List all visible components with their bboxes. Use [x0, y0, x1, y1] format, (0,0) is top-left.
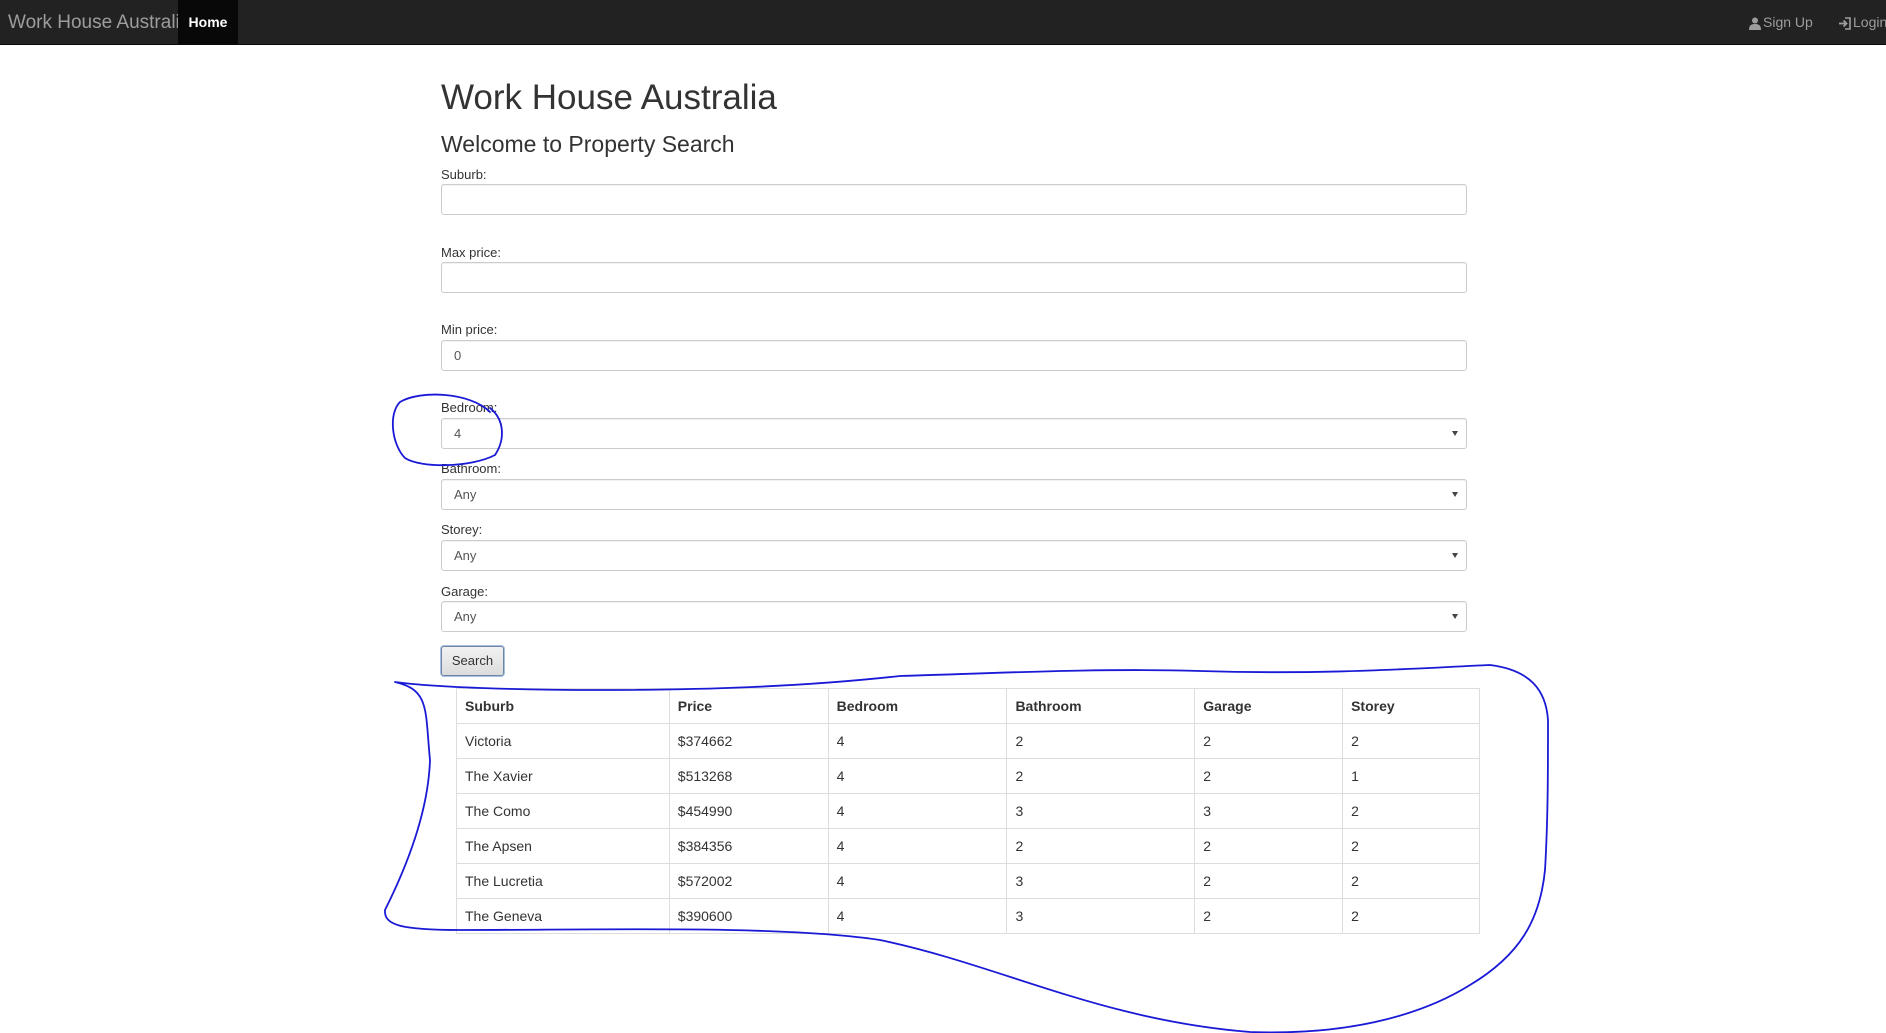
column-header-storey: Storey	[1342, 688, 1480, 724]
cell-price: $572002	[668, 863, 829, 899]
cell-bathroom: 2	[1006, 758, 1196, 794]
bathroom-label: Bathroom:	[441, 461, 501, 476]
user-icon	[1749, 17, 1761, 30]
cell-price: $390600	[668, 898, 829, 934]
garage-select-value: Any	[454, 609, 477, 624]
max-price-input[interactable]	[441, 262, 1467, 293]
cell-garage: 3	[1194, 793, 1344, 829]
garage-caret-icon	[1452, 614, 1458, 619]
bathroom-select[interactable]: Any	[441, 479, 1467, 510]
login-label: Login	[1853, 14, 1886, 30]
cell-garage: 2	[1194, 898, 1344, 934]
garage-select[interactable]: Any	[441, 601, 1467, 632]
cell-storey: 2	[1342, 793, 1480, 829]
suburb-input[interactable]	[441, 184, 1467, 215]
cell-storey: 2	[1342, 863, 1480, 899]
cell-bedroom: 4	[827, 828, 1008, 864]
cell-suburb: The Como	[456, 793, 670, 829]
login-icon	[1838, 16, 1851, 30]
cell-bathroom: 3	[1006, 793, 1196, 829]
column-header-bathroom: Bathroom	[1006, 688, 1196, 724]
page-subtitle: Welcome to Property Search	[441, 131, 735, 157]
storey-select-value: Any	[454, 548, 477, 563]
cell-price: $454990	[668, 793, 829, 829]
suburb-label: Suburb:	[441, 167, 487, 182]
signup-link[interactable]: Sign Up	[1749, 0, 1813, 45]
table-row: The Lucretia $572002 4 3 2 2	[456, 863, 1480, 899]
storey-label: Storey:	[441, 522, 483, 537]
table-row: The Apsen $384356 4 2 2 2	[456, 828, 1480, 864]
cell-suburb: The Apsen	[456, 828, 670, 864]
cell-bedroom: 4	[827, 898, 1008, 934]
cell-garage: 2	[1194, 758, 1344, 794]
login-link[interactable]: Login	[1838, 0, 1886, 45]
cell-storey: 1	[1342, 758, 1480, 794]
cell-bathroom: 2	[1006, 828, 1196, 864]
bathroom-select-value: Any	[454, 487, 477, 502]
cell-bedroom: 4	[827, 863, 1008, 899]
nav-home-link[interactable]: Home	[178, 0, 238, 45]
storey-caret-icon	[1452, 553, 1458, 558]
cell-garage: 2	[1194, 723, 1344, 759]
cell-storey: 2	[1342, 898, 1480, 934]
bedroom-select[interactable]: 4	[441, 418, 1467, 449]
min-price-input[interactable]: 0	[441, 340, 1467, 371]
column-header-bedroom: Bedroom	[827, 688, 1008, 724]
bedroom-select-value: 4	[454, 426, 462, 441]
bedroom-label: Bedroom:	[441, 400, 498, 415]
storey-select[interactable]: Any	[441, 540, 1467, 571]
table-row: The Xavier $513268 4 2 2 1	[456, 758, 1480, 794]
bedroom-caret-icon	[1452, 431, 1458, 436]
cell-garage: 2	[1194, 828, 1344, 864]
cell-bathroom: 3	[1006, 898, 1196, 934]
results-table: Suburb Price Bedroom Bathroom Garage Sto…	[456, 688, 1480, 934]
table-header-row: Suburb Price Bedroom Bathroom Garage Sto…	[456, 688, 1480, 724]
cell-price: $384356	[668, 828, 829, 864]
cell-suburb: The Xavier	[456, 758, 670, 794]
garage-label: Garage:	[441, 584, 488, 599]
signup-label: Sign Up	[1763, 14, 1813, 30]
cell-storey: 2	[1342, 828, 1480, 864]
cell-suburb: The Geneva	[456, 898, 670, 934]
table-row: The Geneva $390600 4 3 2 2	[456, 898, 1480, 934]
cell-suburb: The Lucretia	[456, 863, 670, 899]
cell-bedroom: 4	[827, 793, 1008, 829]
min-price-input-value: 0	[454, 348, 462, 363]
min-price-label: Min price:	[441, 322, 498, 337]
cell-price: $513268	[668, 758, 829, 794]
bathroom-caret-icon	[1452, 492, 1458, 497]
cell-storey: 2	[1342, 723, 1480, 759]
cell-bathroom: 2	[1006, 723, 1196, 759]
max-price-label: Max price:	[441, 245, 501, 260]
search-button[interactable]: Search	[441, 646, 504, 676]
table-row: Victoria $374662 4 2 2 2	[456, 723, 1480, 759]
top-navbar: Work House Australia Home Sign Up Login	[0, 0, 1886, 45]
table-row: The Como $454990 4 3 3 2	[456, 793, 1480, 829]
cell-bedroom: 4	[827, 758, 1008, 794]
column-header-price: Price	[668, 688, 829, 724]
cell-bathroom: 3	[1006, 863, 1196, 899]
cell-suburb: Victoria	[456, 723, 670, 759]
cell-bedroom: 4	[827, 723, 1008, 759]
column-header-suburb: Suburb	[456, 688, 670, 724]
column-header-garage: Garage	[1194, 688, 1344, 724]
cell-garage: 2	[1194, 863, 1344, 899]
navbar-brand[interactable]: Work House Australia	[8, 0, 190, 45]
page-title: Work House Australia	[441, 78, 777, 117]
cell-price: $374662	[668, 723, 829, 759]
